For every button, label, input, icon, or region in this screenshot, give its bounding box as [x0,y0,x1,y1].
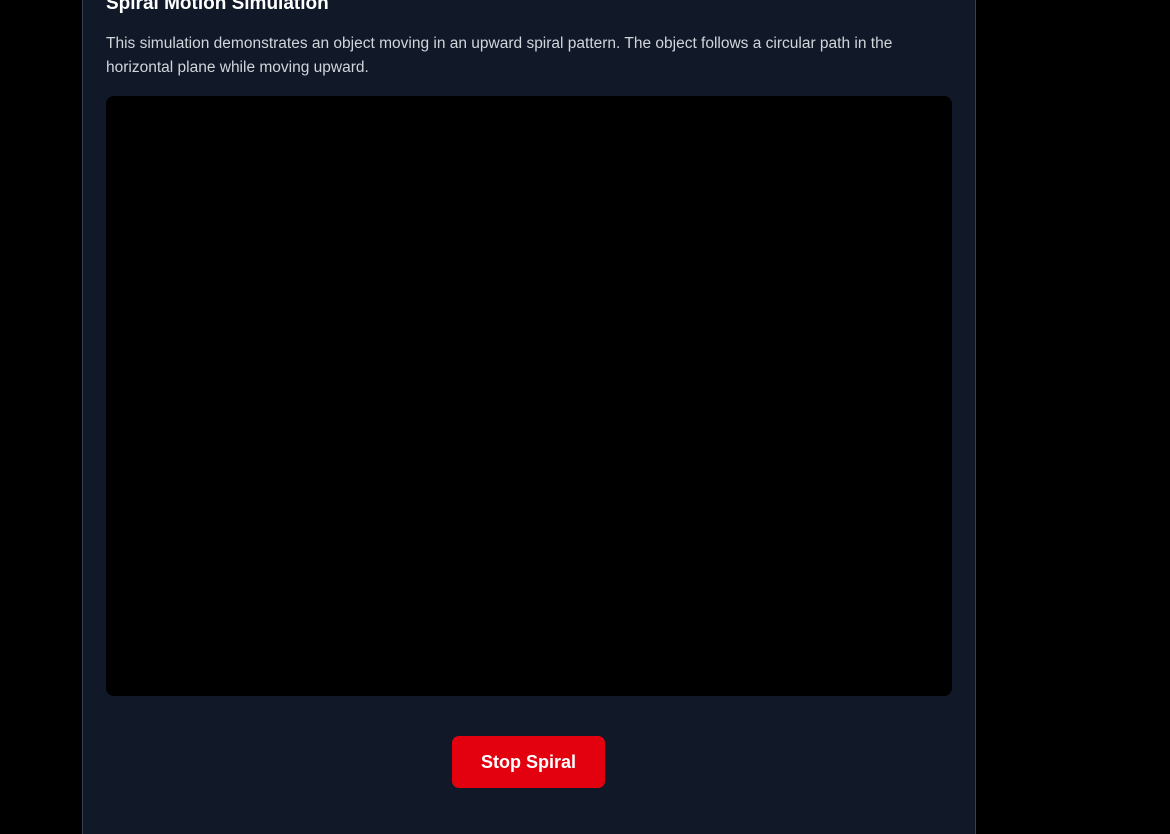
stats-row [106,826,952,834]
simulation-panel: Spiral Motion Simulation This simulation… [82,0,976,834]
simulation-canvas[interactable] [106,96,952,696]
stop-spiral-button[interactable]: Stop Spiral [452,736,605,788]
page-title: Spiral Motion Simulation [106,0,329,14]
description-text: This simulation demonstrates an object m… [106,35,893,76]
